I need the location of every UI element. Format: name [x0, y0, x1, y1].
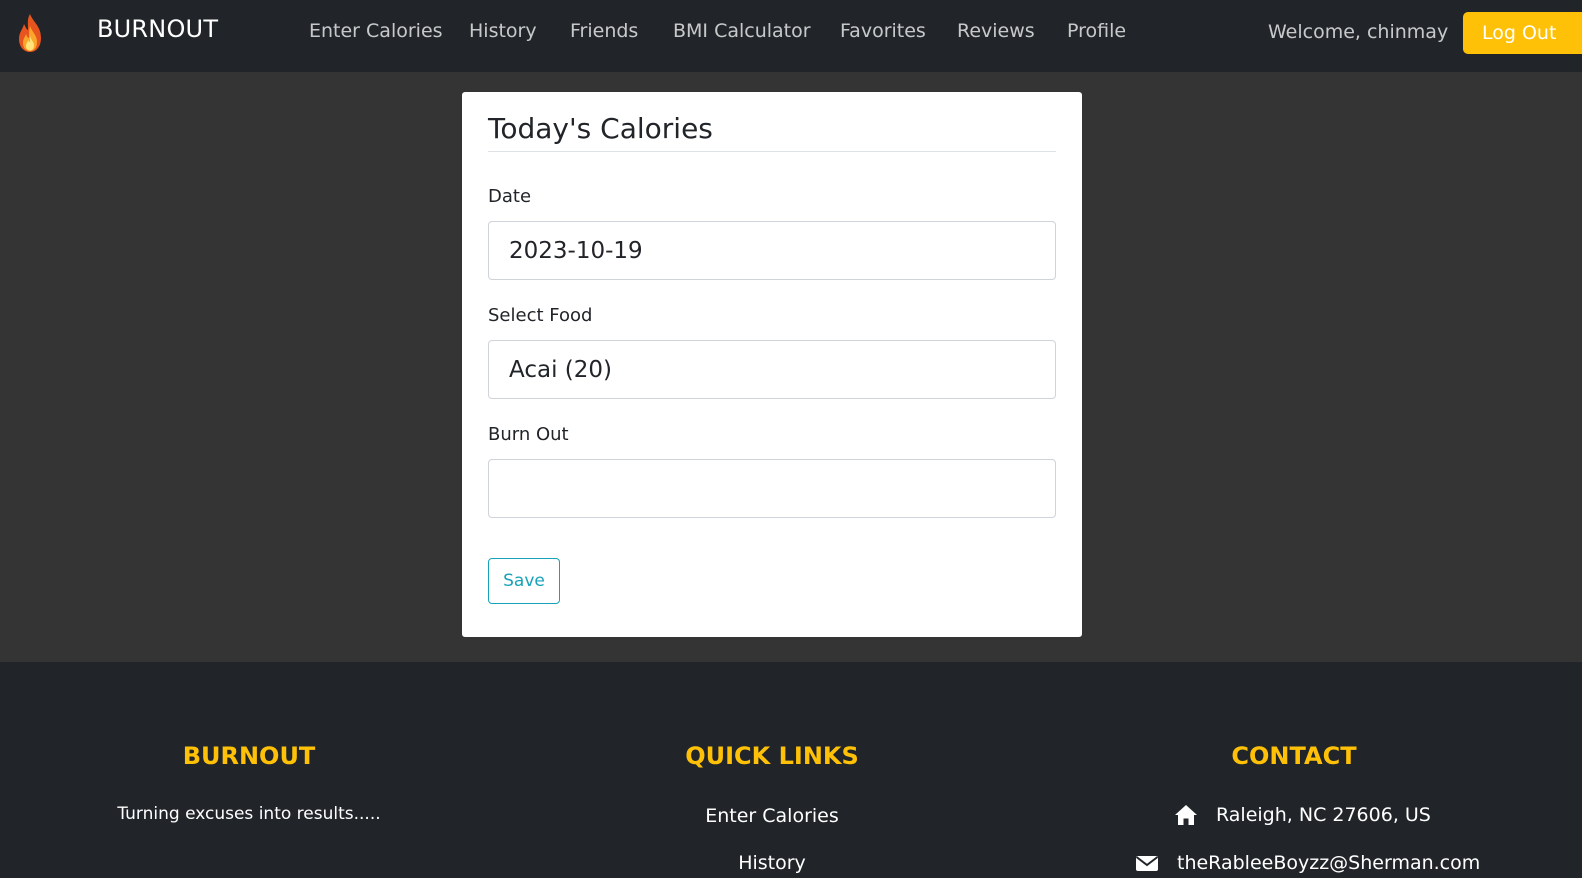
footer-link-enter-calories[interactable]: Enter Calories — [612, 805, 932, 827]
home-icon — [1175, 805, 1197, 825]
footer-quick-links-heading: QUICK LINKS — [685, 742, 859, 770]
nav-link-enter-calories[interactable]: Enter Calories — [309, 20, 443, 42]
brand-name[interactable]: BURNOUT — [97, 15, 218, 43]
calories-form-card: Today's Calories Date Select Food Burn O… — [462, 92, 1082, 637]
footer-tagline: Turning excuses into results..... — [117, 804, 381, 824]
date-input[interactable] — [488, 221, 1056, 280]
page-footer: BURNOUT Turning excuses into results....… — [0, 662, 1582, 878]
select-food-label: Select Food — [488, 305, 593, 326]
footer-about-heading: BURNOUT — [182, 742, 316, 770]
contact-email-row: theRableeBoyzz@Sherman.com — [1135, 852, 1480, 874]
save-button[interactable]: Save — [488, 558, 560, 604]
logout-button[interactable]: Log Out — [1463, 12, 1582, 54]
burn-out-input[interactable] — [488, 459, 1056, 518]
nav-link-bmi-calculator[interactable]: BMI Calculator — [673, 20, 811, 42]
contact-address-row: Raleigh, NC 27606, US — [1174, 804, 1431, 826]
contact-address: Raleigh, NC 27606, US — [1216, 804, 1431, 826]
select-food-input[interactable] — [488, 340, 1056, 399]
burn-out-label: Burn Out — [488, 424, 569, 445]
date-label: Date — [488, 186, 532, 207]
nav-link-reviews[interactable]: Reviews — [957, 20, 1035, 42]
nav-link-favorites[interactable]: Favorites — [840, 20, 926, 42]
contact-email[interactable]: theRableeBoyzz@Sherman.com — [1177, 852, 1480, 874]
envelope-icon — [1135, 856, 1159, 871]
form-title: Today's Calories — [488, 112, 713, 145]
nav-link-history[interactable]: History — [469, 20, 537, 42]
nav-link-profile[interactable]: Profile — [1067, 20, 1126, 42]
title-divider — [488, 151, 1056, 152]
nav-link-friends[interactable]: Friends — [570, 20, 638, 42]
footer-contact-heading: CONTACT — [1231, 742, 1357, 770]
welcome-message: Welcome, chinmay — [1268, 21, 1449, 43]
flame-icon[interactable] — [14, 12, 46, 54]
top-navbar: BURNOUT Enter Calories History Friends B… — [0, 0, 1582, 72]
footer-link-history[interactable]: History — [612, 852, 932, 874]
